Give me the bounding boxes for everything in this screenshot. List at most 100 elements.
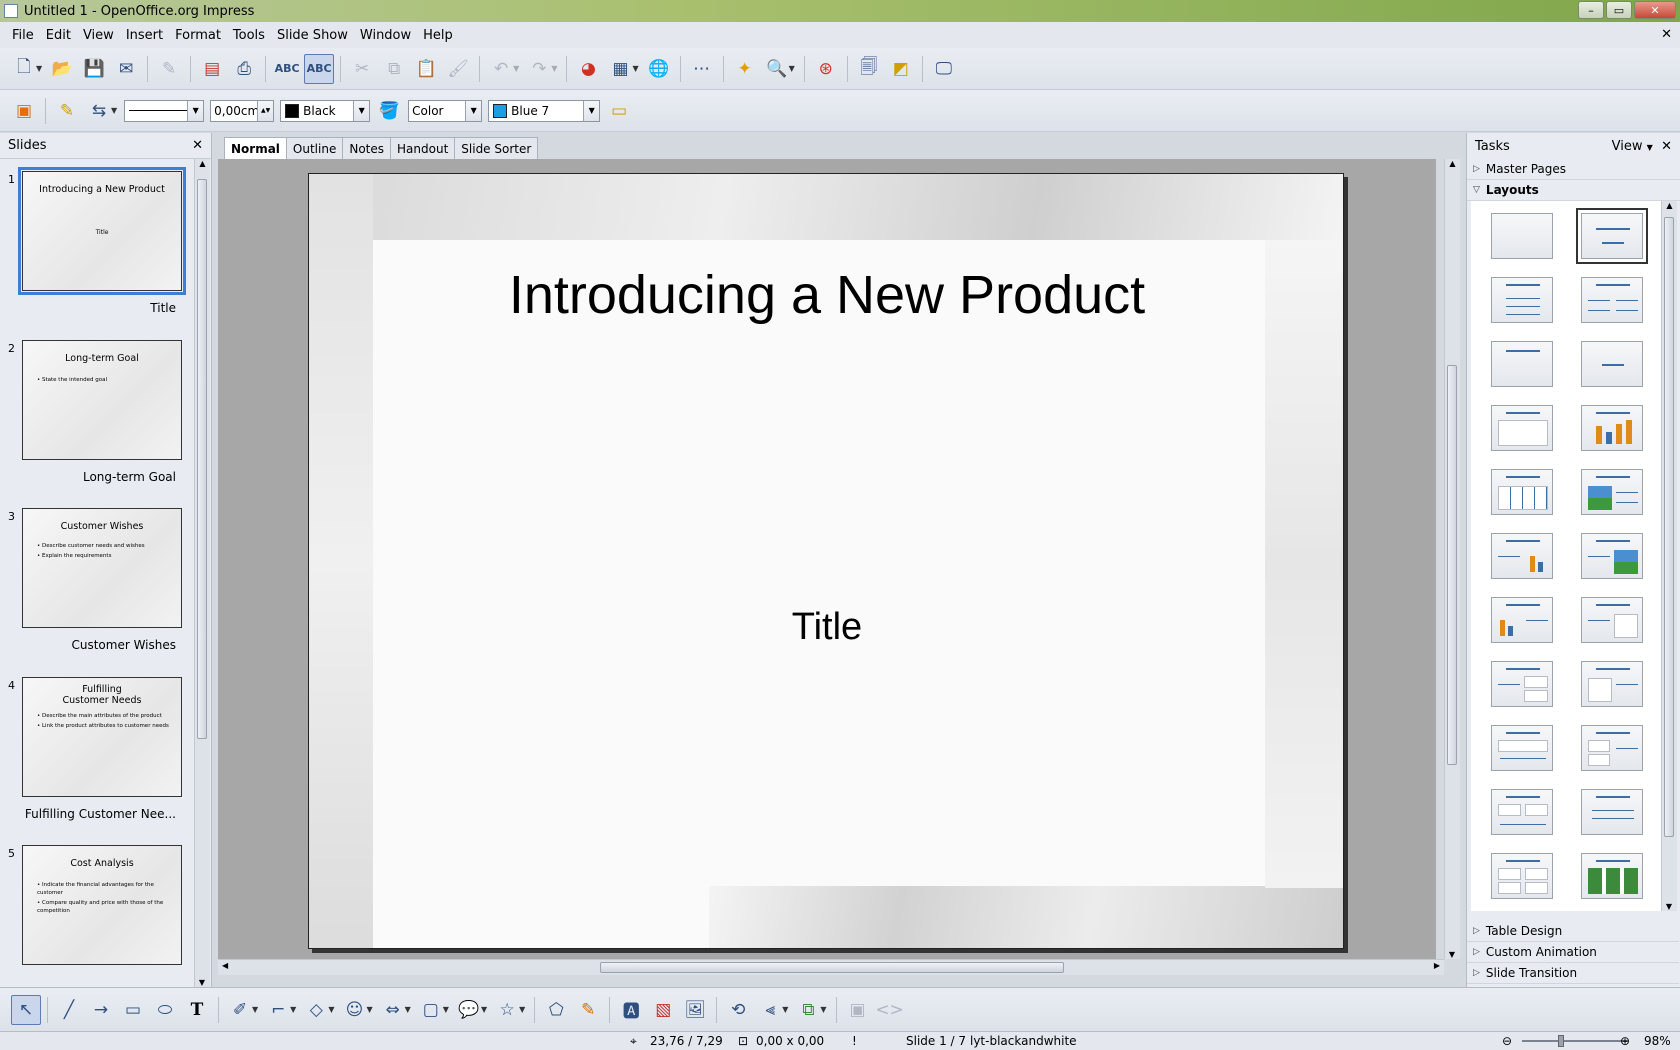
scroll-down-icon[interactable]: ▼ — [1662, 902, 1676, 911]
callouts-icon[interactable]: 💬 — [454, 995, 484, 1025]
chart-icon[interactable]: ◕ — [573, 54, 603, 84]
paste-icon[interactable]: 📋 — [411, 54, 441, 84]
slides-panel-scrollbar[interactable]: ▲ ▼ — [194, 159, 210, 987]
current-slide[interactable]: Introducing a New Product Title — [308, 173, 1344, 949]
scroll-up-icon[interactable]: ▲ — [1445, 159, 1460, 168]
minimize-button[interactable]: – — [1578, 1, 1604, 19]
layout-text-chart[interactable] — [1491, 533, 1553, 579]
scroll-left-icon[interactable]: ◀ — [222, 961, 228, 970]
menu-tools[interactable]: Tools — [227, 28, 271, 43]
view-dropdown-icon[interactable]: ▼ — [1647, 143, 1653, 152]
interaction-icon[interactable]: <> — [875, 995, 905, 1025]
connector-tool-icon[interactable]: ⌐ — [263, 995, 293, 1025]
slide-thumbnail-1[interactable]: Introducing a New Product Title — [18, 167, 186, 295]
start-slideshow-icon[interactable]: 🖵 — [929, 54, 959, 84]
menu-help[interactable]: Help — [417, 28, 459, 43]
layout-title-image-text[interactable] — [1581, 469, 1643, 515]
tab-handout[interactable]: Handout — [390, 137, 456, 159]
symbol-shapes-dropdown-icon[interactable]: ▼ — [366, 1005, 372, 1014]
help-lifebuoy-icon[interactable]: ⊛ — [811, 54, 841, 84]
line-arrow-tool-icon[interactable]: → — [86, 995, 116, 1025]
symbol-shapes-icon[interactable]: ☺ — [339, 995, 369, 1025]
layout-text-object[interactable] — [1581, 597, 1643, 643]
stars-dropdown-icon[interactable]: ▼ — [519, 1005, 525, 1014]
scroll-down-icon[interactable]: ▼ — [1445, 950, 1459, 959]
area-fill-icon[interactable]: 🪣 — [374, 96, 404, 126]
section-layouts[interactable]: ▽ Layouts — [1467, 180, 1680, 201]
scroll-up-icon[interactable]: ▲ — [1662, 201, 1677, 210]
layout-chart-text[interactable] — [1491, 597, 1553, 643]
layout-object-over-text[interactable] — [1491, 725, 1553, 771]
undo-icon[interactable]: ↶ — [486, 54, 516, 84]
layout-object-text[interactable] — [1581, 661, 1643, 707]
slides-panel-close-icon[interactable]: ✕ — [192, 138, 203, 153]
layout-title-vertical-text[interactable] — [1581, 789, 1643, 835]
maximize-button[interactable]: ▭ — [1606, 1, 1632, 19]
layouts-scrollbar[interactable]: ▲ ▼ — [1661, 201, 1677, 911]
section-master-pages[interactable]: ▷ Master Pages — [1467, 159, 1680, 180]
tasks-view-menu[interactable]: View — [1612, 139, 1643, 154]
slide-thumbnail-4[interactable]: Fulfilling Customer Needs • Describe the… — [22, 677, 182, 797]
rectangle-tool-icon[interactable]: ▭ — [118, 995, 148, 1025]
scroll-down-icon[interactable]: ▼ — [195, 978, 209, 987]
curve-tool-icon[interactable]: ✐ — [225, 995, 255, 1025]
layout-title-slide[interactable] — [1576, 208, 1648, 264]
cut-icon[interactable]: ✂ — [347, 54, 377, 84]
layout-title-chart[interactable] — [1581, 405, 1643, 451]
document-modified-icon[interactable]: ! — [852, 1034, 857, 1048]
grid-icon[interactable]: ⋯ — [687, 54, 717, 84]
zoom-slider[interactable] — [1522, 1040, 1628, 1042]
tab-slide-sorter[interactable]: Slide Sorter — [454, 137, 539, 159]
extrusion-icon[interactable]: ▣ — [843, 995, 873, 1025]
section-table-design[interactable]: ▷ Table Design — [1467, 921, 1679, 942]
arrange-dropdown-icon[interactable]: ▼ — [820, 1005, 826, 1014]
stars-icon[interactable]: ☆ — [492, 995, 522, 1025]
select-pointer-icon[interactable]: ↖ — [11, 994, 41, 1025]
layout-title-object[interactable] — [1491, 405, 1553, 451]
save-icon[interactable]: 💾 — [79, 54, 109, 84]
layout-six-images[interactable] — [1581, 853, 1643, 899]
undo-dropdown-icon[interactable]: ▼ — [513, 64, 519, 73]
clone-formatting-icon[interactable]: 🖌 — [443, 54, 473, 84]
tasks-panel-close-icon[interactable]: ✕ — [1661, 139, 1672, 154]
layout-four-objects[interactable] — [1491, 853, 1553, 899]
curve-dropdown-icon[interactable]: ▼ — [252, 1005, 258, 1014]
callouts-dropdown-icon[interactable]: ▼ — [481, 1005, 487, 1014]
menu-view[interactable]: View — [77, 28, 120, 43]
arrow-style-icon[interactable]: ⇆ — [84, 96, 114, 126]
scroll-up-icon[interactable]: ▲ — [195, 159, 210, 168]
canvas-vertical-scrollbar[interactable]: ▲ ▼ — [1444, 159, 1460, 959]
text-tool-icon[interactable]: T — [182, 995, 212, 1025]
edit-file-icon[interactable]: ✎ — [154, 54, 184, 84]
new-dropdown-icon[interactable]: ▼ — [36, 64, 42, 73]
line-width-field[interactable]: 0,00cm ▲▼ — [210, 99, 275, 122]
redo-icon[interactable]: ↷ — [524, 54, 554, 84]
layout-title-two-content[interactable] — [1581, 277, 1643, 323]
ellipse-tool-icon[interactable]: ⬭ — [150, 995, 180, 1025]
fill-type-select[interactable]: Color ▼ — [408, 99, 483, 122]
tab-normal[interactable]: Normal — [224, 137, 287, 159]
alignment-dropdown-icon[interactable]: ▼ — [782, 1005, 788, 1014]
layout-title-only[interactable] — [1491, 341, 1553, 387]
slide-thumbnail-3[interactable]: Customer Wishes • Describe customer need… — [22, 508, 182, 628]
layout-text-image[interactable] — [1581, 533, 1643, 579]
slide-title-text[interactable]: Introducing a New Product — [309, 264, 1343, 326]
zoom-out-icon[interactable]: ⊖ — [1502, 1034, 1512, 1048]
scrollbar-thumb[interactable] — [600, 962, 1064, 973]
layout-title-content[interactable] — [1491, 277, 1553, 323]
scrollbar-thumb[interactable] — [197, 179, 207, 739]
from-file-icon[interactable]: ▧ — [648, 995, 678, 1025]
section-custom-animation[interactable]: ▷ Custom Animation — [1467, 942, 1679, 963]
table-dropdown-icon[interactable]: ▼ — [632, 64, 638, 73]
document-close-icon[interactable]: ✕ — [1661, 27, 1672, 42]
email-icon[interactable]: ✉ — [111, 54, 141, 84]
fontwork-icon[interactable]: 🅰 — [616, 995, 646, 1025]
layout-title-table[interactable] — [1491, 469, 1553, 515]
scrollbar-thumb[interactable] — [1447, 365, 1457, 765]
zoom-in-icon[interactable]: ⊕ — [1620, 1034, 1630, 1048]
slide-subtitle-text[interactable]: Title — [309, 606, 1343, 649]
line-icon[interactable]: ✎ — [52, 96, 82, 126]
section-slide-transition[interactable]: ▷ Slide Transition — [1467, 963, 1679, 984]
arrow-style-dropdown-icon[interactable]: ▼ — [111, 106, 117, 115]
print-icon[interactable]: ⎙ — [229, 54, 259, 84]
